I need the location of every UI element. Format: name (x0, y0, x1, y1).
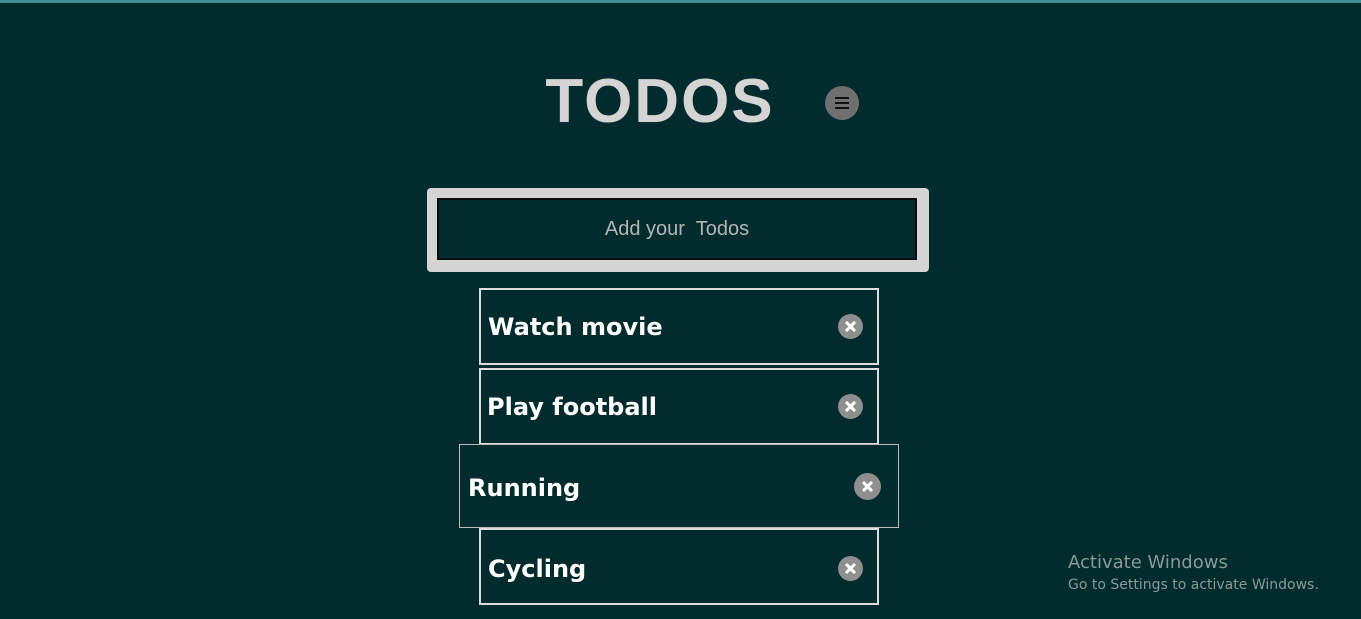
todo-item-label: Cycling (488, 555, 587, 583)
delete-todo-button[interactable] (838, 394, 863, 419)
delete-todo-button[interactable] (838, 314, 863, 339)
todo-item-label: Play football (487, 393, 657, 421)
delete-todo-button[interactable] (854, 473, 881, 500)
todo-item[interactable]: Cycling (479, 528, 879, 605)
delete-todo-button[interactable] (838, 556, 863, 581)
todo-item[interactable]: Play football (479, 368, 879, 445)
watermark-title: Activate Windows (1068, 552, 1228, 573)
watermark-subtitle: Go to Settings to activate Windows. (1068, 577, 1319, 593)
todo-item-label: Watch movie (488, 313, 663, 341)
top-accent-line (0, 0, 1361, 3)
todo-item-label: Running (468, 474, 581, 502)
menu-button[interactable] (825, 86, 859, 120)
todo-item[interactable]: Running (459, 444, 899, 528)
activate-windows-watermark: Activate Windows Go to Settings to activ… (1068, 552, 1319, 596)
todo-input[interactable] (437, 198, 917, 260)
todo-input-frame (427, 188, 929, 272)
page-title: TODOS (545, 67, 775, 136)
todo-item[interactable]: Watch movie (479, 288, 879, 365)
